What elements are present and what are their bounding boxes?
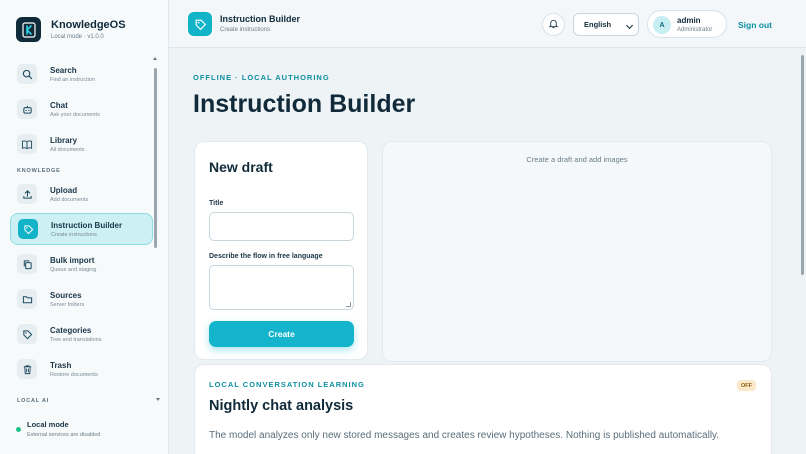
topbar-title: Instruction Builder — [220, 14, 301, 24]
bot-icon — [17, 99, 37, 119]
sidebar-item-sub: Server folders — [50, 301, 85, 308]
section-title-local-ai: LOCAL AI — [17, 398, 50, 404]
draft-preview-panel: Create a draft and add images — [382, 141, 772, 362]
label-icon — [17, 324, 37, 344]
sidebar-item-sub: Add documents — [50, 196, 89, 203]
knowledgeos-logo — [16, 17, 41, 42]
resize-handle-icon[interactable] — [346, 302, 351, 307]
book-icon — [17, 134, 37, 154]
sidebar-nav: Search Find an instruction Chat Ask your d… — [10, 58, 153, 388]
status-badge: OFF — [737, 380, 756, 391]
flow-label: Describe the flow in free language — [209, 253, 323, 260]
sidebar-item-label: Search — [50, 65, 77, 75]
tag-icon — [188, 12, 212, 36]
learning-description: The model analyzes only new stored messa… — [209, 430, 720, 441]
page-title: Instruction Builder — [193, 90, 416, 118]
draft-card-title: New draft — [209, 159, 273, 175]
sidebar: KnowledgeOS Local mode · v1.0.0 Search Fi… — [0, 0, 169, 454]
sidebar-item-label: Chat — [50, 100, 68, 110]
sidebar-item-label: Library — [50, 135, 78, 145]
chevron-down-icon — [625, 21, 634, 30]
sidebar-item-sub: Tree and translations — [50, 336, 102, 343]
sidebar-item-sub: All documents — [50, 146, 85, 153]
create-button[interactable]: Create — [209, 321, 354, 347]
sidebar-item-label: Instruction Builder — [51, 220, 123, 230]
section-title-knowledge: KNOWLEDGE — [17, 168, 61, 174]
sidebar-item-search[interactable]: Search Find an instruction — [10, 58, 153, 90]
brand-version: Local mode · v1.0.0 — [51, 34, 104, 40]
local-mode-label: Local mode — [27, 420, 69, 429]
new-draft-card: New draft Title Describe the flow in fre… — [194, 141, 368, 360]
topbar-subtitle: Create instructions — [220, 27, 271, 33]
trash-icon — [17, 359, 37, 379]
sidebar-item-sub: Ask your documents — [50, 111, 100, 118]
title-label: Title — [209, 200, 224, 207]
scroll-up-arrow-icon[interactable] — [153, 57, 157, 60]
upload-icon — [17, 184, 37, 204]
sign-out-link[interactable]: Sign out — [738, 20, 772, 30]
local-mode-sub: External services are disabled — [27, 432, 101, 438]
user-role: Administrator — [677, 27, 713, 33]
section-local-ai[interactable]: LOCAL AI — [17, 398, 160, 404]
page-eyebrow: OFFLINE · LOCAL AUTHORING — [193, 73, 330, 82]
conversation-learning-card: LOCAL CONVERSATION LEARNING OFF Nightly … — [194, 364, 772, 454]
brand-name: KnowledgeOS — [51, 19, 126, 31]
sidebar-item-label: Bulk import — [50, 255, 95, 265]
preview-empty-text: Create a draft and add images — [526, 155, 628, 164]
language-value: English — [584, 20, 612, 29]
sidebar-item-trash[interactable]: Trash Restore documents — [10, 353, 153, 385]
sidebar-item-library[interactable]: Library All documents — [10, 128, 153, 160]
topbar: Instruction Builder Create instructions … — [169, 0, 806, 48]
sidebar-item-sub: Queue and staging — [50, 266, 97, 273]
sidebar-item-label: Trash — [50, 360, 72, 370]
flow-textarea[interactable] — [209, 265, 354, 310]
sidebar-item-categories[interactable]: Categories Tree and translations — [10, 318, 153, 350]
sidebar-item-sources[interactable]: Sources Server folders — [10, 283, 153, 315]
status-dot-icon — [16, 427, 21, 432]
sidebar-item-sub: Find an instruction — [50, 76, 95, 83]
avatar: A — [653, 16, 671, 34]
sidebar-item-label: Sources — [50, 290, 82, 300]
sidebar-item-label: Upload — [50, 185, 78, 195]
sidebar-scroll-thumb[interactable] — [154, 68, 157, 248]
folder-icon — [17, 289, 37, 309]
sidebar-item-bulk-import[interactable]: Bulk import Queue and staging — [10, 248, 153, 280]
bell-icon — [548, 16, 559, 34]
brand[interactable]: KnowledgeOS Local mode · v1.0.0 — [16, 17, 126, 42]
language-select[interactable]: English — [573, 13, 639, 36]
tag-icon — [18, 219, 38, 239]
user-menu[interactable]: A admin Administrator — [647, 10, 727, 38]
sidebar-item-upload[interactable]: Upload Add documents — [10, 178, 153, 210]
learning-title: Nightly chat analysis — [209, 398, 354, 414]
sidebar-item-sub: Create instructions — [51, 231, 97, 238]
local-mode-status: Local mode External services are disable… — [16, 420, 100, 438]
main-scroll-thumb[interactable] — [801, 55, 804, 275]
sidebar-item-chat[interactable]: Chat Ask your documents — [10, 93, 153, 125]
user-name: admin — [677, 16, 701, 25]
sidebar-item-label: Categories — [50, 325, 92, 335]
chevron-down-icon — [156, 398, 160, 401]
title-input[interactable] — [209, 212, 354, 241]
sidebar-item-instruction-builder[interactable]: Instruction Builder Create instructions — [10, 213, 153, 245]
learning-eyebrow: LOCAL CONVERSATION LEARNING — [209, 380, 365, 389]
notifications-button[interactable] — [542, 13, 565, 36]
copy-icon — [17, 254, 37, 274]
sidebar-item-sub: Restore documents — [50, 371, 98, 378]
search-icon — [17, 64, 37, 84]
